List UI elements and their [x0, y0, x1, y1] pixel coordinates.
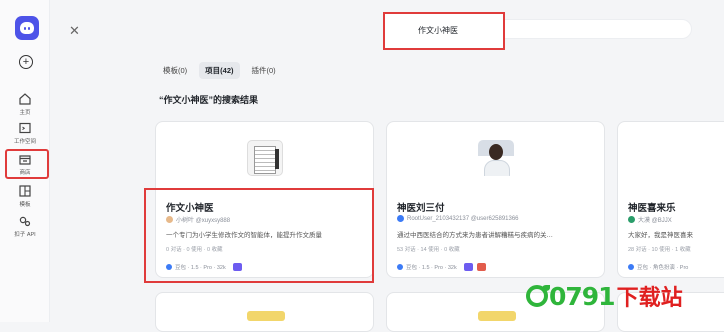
card-thumbnail [246, 140, 283, 176]
author-name: 大漠 @BJJX [638, 218, 672, 224]
sidebar-item-label: 模板 [19, 202, 31, 208]
watermark-number: 0791 [549, 281, 616, 311]
search-input-value[interactable]: 作文小神医 [418, 25, 458, 36]
result-tabs: 模板(0) 项目(42) 插件(0) [157, 62, 282, 79]
tab-plugins[interactable]: 插件(0) [246, 62, 282, 79]
card-thumbnail [247, 311, 285, 321]
card-thumbnail [478, 311, 516, 321]
avatar [628, 216, 635, 223]
model-label: 豆包 · 1.5 · Pro · 32k [406, 265, 457, 271]
close-icon[interactable]: ✕ [69, 23, 80, 39]
card-author: 大漠 @BJJX [628, 215, 672, 224]
card-model: 豆包 · 角色扮演 · Pro [628, 263, 688, 271]
sidebar-item-workspace[interactable]: 工作空间 [4, 121, 46, 145]
sidebar-item-label: 工作空间 [13, 139, 36, 145]
plugin-icon [463, 263, 473, 271]
plugin-icon [476, 263, 486, 271]
card-stats: 28 对话 · 10 使用 · 1 收藏 [628, 247, 691, 253]
sidebar-active-highlight [5, 149, 49, 179]
home-icon [19, 93, 31, 105]
card-highlight-box [144, 188, 374, 283]
project-card[interactable]: 神医刘三付 RootUser_2103432137 @user625891366… [386, 121, 605, 278]
app-logo-icon[interactable] [15, 16, 39, 40]
card-title: 神医喜来乐 [628, 203, 676, 214]
avatar [397, 215, 404, 222]
card-title: 神医刘三付 [397, 203, 445, 214]
author-name: RootUser_2103432137 @user625891366 [407, 215, 519, 222]
card-stats: 53 对话 · 14 使用 · 0 收藏 [397, 247, 460, 253]
site-watermark: 0791 下载站 [526, 280, 683, 312]
project-card[interactable]: 神医喜来乐 大漠 @BJJX 大家好，我是神医喜来 28 对话 · 10 使用 … [617, 121, 724, 278]
sidebar: + 主页 工作空间 商店 模板 扣子 API [0, 0, 50, 322]
sidebar-item-label: 扣子 API [14, 232, 36, 238]
sidebar-item-label: 主页 [19, 110, 31, 116]
model-icon [628, 264, 634, 270]
sidebar-item-template[interactable]: 模板 [4, 184, 46, 208]
results-title: “作文小神医”的搜索结果 [159, 95, 259, 105]
card-model: 豆包 · 1.5 · Pro · 32k [397, 263, 486, 271]
model-icon [397, 264, 403, 270]
create-button[interactable]: + [19, 55, 33, 69]
watermark-text: 下载站 [616, 286, 683, 311]
sidebar-item-home[interactable]: 主页 [4, 92, 46, 116]
api-icon [19, 216, 31, 227]
tab-projects[interactable]: 项目(42) [199, 62, 240, 79]
card-description: 大家好，我是神医喜来 [628, 232, 693, 239]
card-description: 通过中西医结合的方式来为患者讲解糟糕与疾病的关… [397, 232, 553, 239]
card-author: RootUser_2103432137 @user625891366 [397, 215, 519, 222]
sidebar-item-api[interactable]: 扣子 API [4, 214, 46, 238]
template-icon [19, 185, 31, 197]
watermark-logo-icon [526, 285, 550, 307]
terminal-icon [19, 122, 31, 134]
card-thumbnail [477, 140, 514, 176]
project-card[interactable] [155, 292, 374, 332]
tab-templates[interactable]: 模板(0) [157, 62, 193, 79]
model-label: 豆包 · 角色扮演 · Pro [637, 265, 689, 271]
